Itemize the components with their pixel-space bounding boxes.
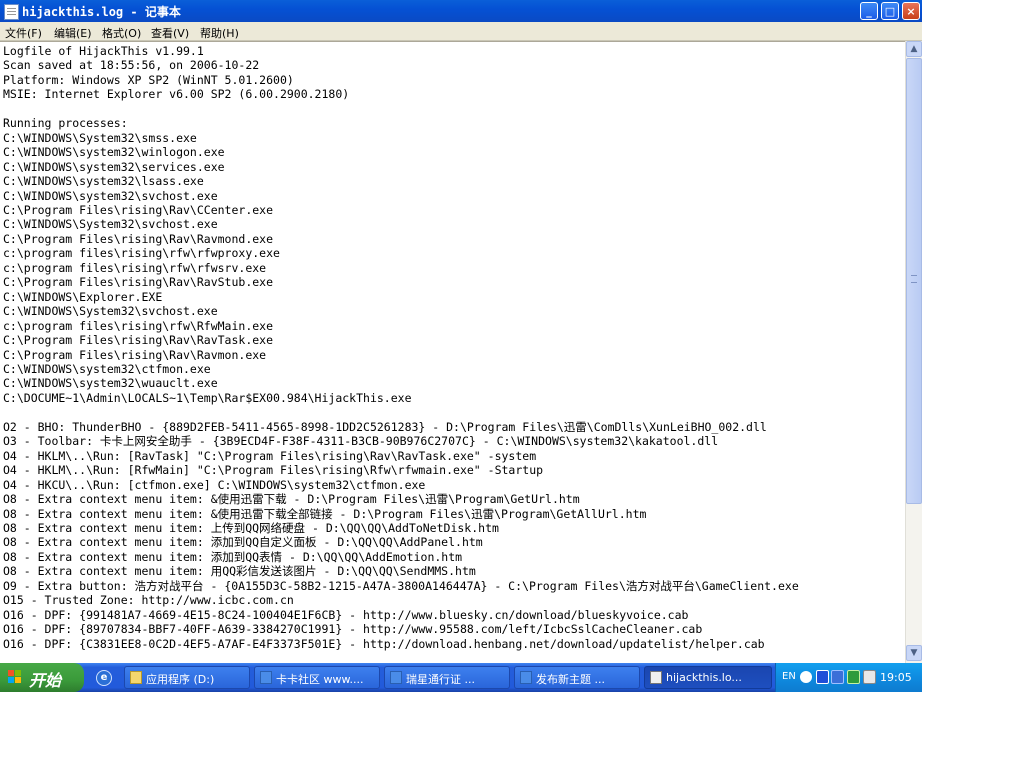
system-tray: EN 19:05 [775,663,922,692]
clock[interactable]: 19:05 [880,671,912,684]
scroll-up-button[interactable]: ▲ [906,41,922,57]
taskbar-item-label: 应用程序 (D:) [146,673,215,686]
ie-window-icon [390,671,402,684]
scroll-thumb[interactable] [906,58,922,504]
taskbar-item-kaka[interactable]: 卡卡社区 www.... [254,666,380,689]
ie-window-icon [260,671,272,684]
taskbar-item-label: 卡卡社区 www.... [276,673,364,686]
taskbar-item-notepad[interactable]: hijackthis.lo... [644,666,772,689]
folder-icon [130,671,142,684]
network-icon[interactable] [831,670,844,684]
minimize-button[interactable]: _ [860,2,878,20]
menu-help[interactable]: 帮助(H) [200,25,239,41]
taskbar-item-label: 瑞星通行证 ... [406,673,475,686]
menu-edit[interactable]: 编辑(E) [54,25,92,41]
menu-file[interactable]: 文件(F) [5,25,42,41]
desktop-screen: hijackthis.log - 记事本 _ □ × 文件(F) 编辑(E) 格… [0,0,922,692]
menu-bar: 文件(F) 编辑(E) 格式(O) 查看(V) 帮助(H) [0,22,922,41]
windows-logo-icon [8,670,21,683]
scroll-down-button[interactable]: ▼ [906,645,922,661]
window-title-bar[interactable]: hijackthis.log - 记事本 _ □ × [0,0,922,22]
text-editor-area[interactable]: Logfile of HijackThis v1.99.1 Scan saved… [0,41,905,663]
window-title: hijackthis.log - 记事本 [22,5,181,19]
notepad-icon [650,671,662,684]
internet-explorer-icon[interactable]: e [96,670,112,686]
taskbar-item-explorer[interactable]: 应用程序 (D:) [124,666,250,689]
chevron-left-icon[interactable] [800,671,812,683]
maximize-button[interactable]: □ [881,2,899,20]
menu-format[interactable]: 格式(O) [102,25,141,41]
antivirus-icon[interactable] [847,670,860,684]
vertical-scrollbar[interactable]: ▲ ▼ [905,41,922,663]
start-button[interactable]: 开始 [0,663,84,692]
menu-view[interactable]: 查看(V) [151,25,189,41]
close-button[interactable]: × [902,2,920,20]
taskbar-item-label: 发布新主题 ... [536,673,605,686]
volume-icon[interactable] [863,670,876,684]
taskbar-item-rising-pass[interactable]: 瑞星通行证 ... [384,666,510,689]
scroll-grip-icon [911,275,917,283]
taskbar-item-label: hijackthis.lo... [666,671,742,684]
taskbar: 开始 e 应用程序 (D:) 卡卡社区 www.... 瑞星通行证 ... 发布… [0,663,922,692]
language-indicator[interactable]: EN [782,671,796,682]
log-content[interactable]: Logfile of HijackThis v1.99.1 Scan saved… [3,44,799,651]
taskbar-item-new-topic[interactable]: 发布新主题 ... [514,666,640,689]
ie-window-icon [520,671,532,684]
start-label: 开始 [29,671,62,690]
notepad-icon[interactable] [4,4,19,20]
ime-icon[interactable] [816,670,829,684]
